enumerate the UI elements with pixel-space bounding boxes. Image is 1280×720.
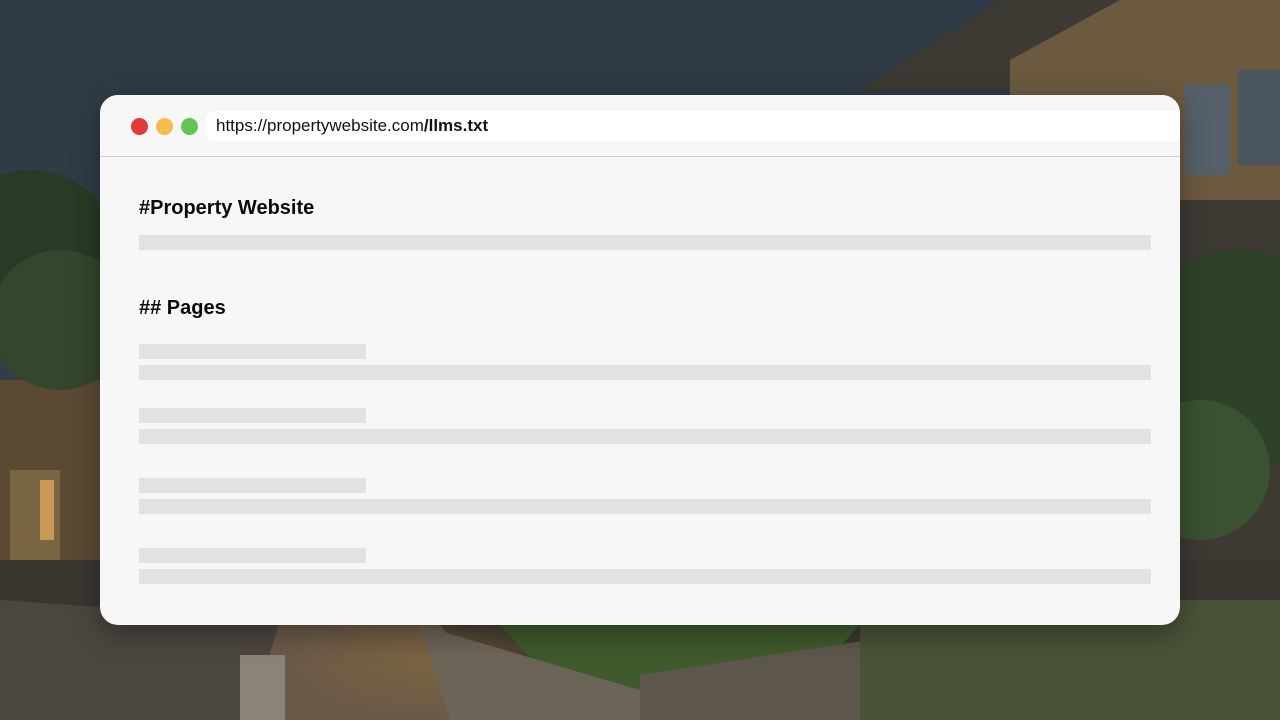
title-bar: https://propertywebsite.com/llms.txt (100, 95, 1180, 157)
minimize-window-button[interactable] (156, 118, 173, 135)
section-heading-pages: ## Pages (139, 297, 226, 319)
placeholder-line (139, 569, 1151, 584)
desktop-scene: https://propertywebsite.com/llms.txt #Pr… (0, 0, 1280, 720)
placeholder-line (139, 365, 1151, 380)
maximize-window-button[interactable] (181, 118, 198, 135)
close-window-button[interactable] (131, 118, 148, 135)
document-content: #Property Website ## Pages (100, 157, 1180, 625)
browser-window: https://propertywebsite.com/llms.txt #Pr… (100, 95, 1180, 625)
placeholder-line-short (139, 478, 366, 493)
address-bar[interactable]: https://propertywebsite.com/llms.txt (206, 111, 1180, 141)
document-title: #Property Website (139, 197, 315, 219)
placeholder-line (139, 499, 1151, 514)
url-base-text: https://propertywebsite.com (216, 116, 424, 135)
placeholder-line (139, 429, 1151, 444)
placeholder-line-short (139, 408, 366, 423)
url-path-text: /llms.txt (423, 116, 489, 135)
placeholder-line (139, 235, 1151, 250)
placeholder-line-short (139, 344, 366, 359)
placeholder-line-short (139, 548, 366, 563)
